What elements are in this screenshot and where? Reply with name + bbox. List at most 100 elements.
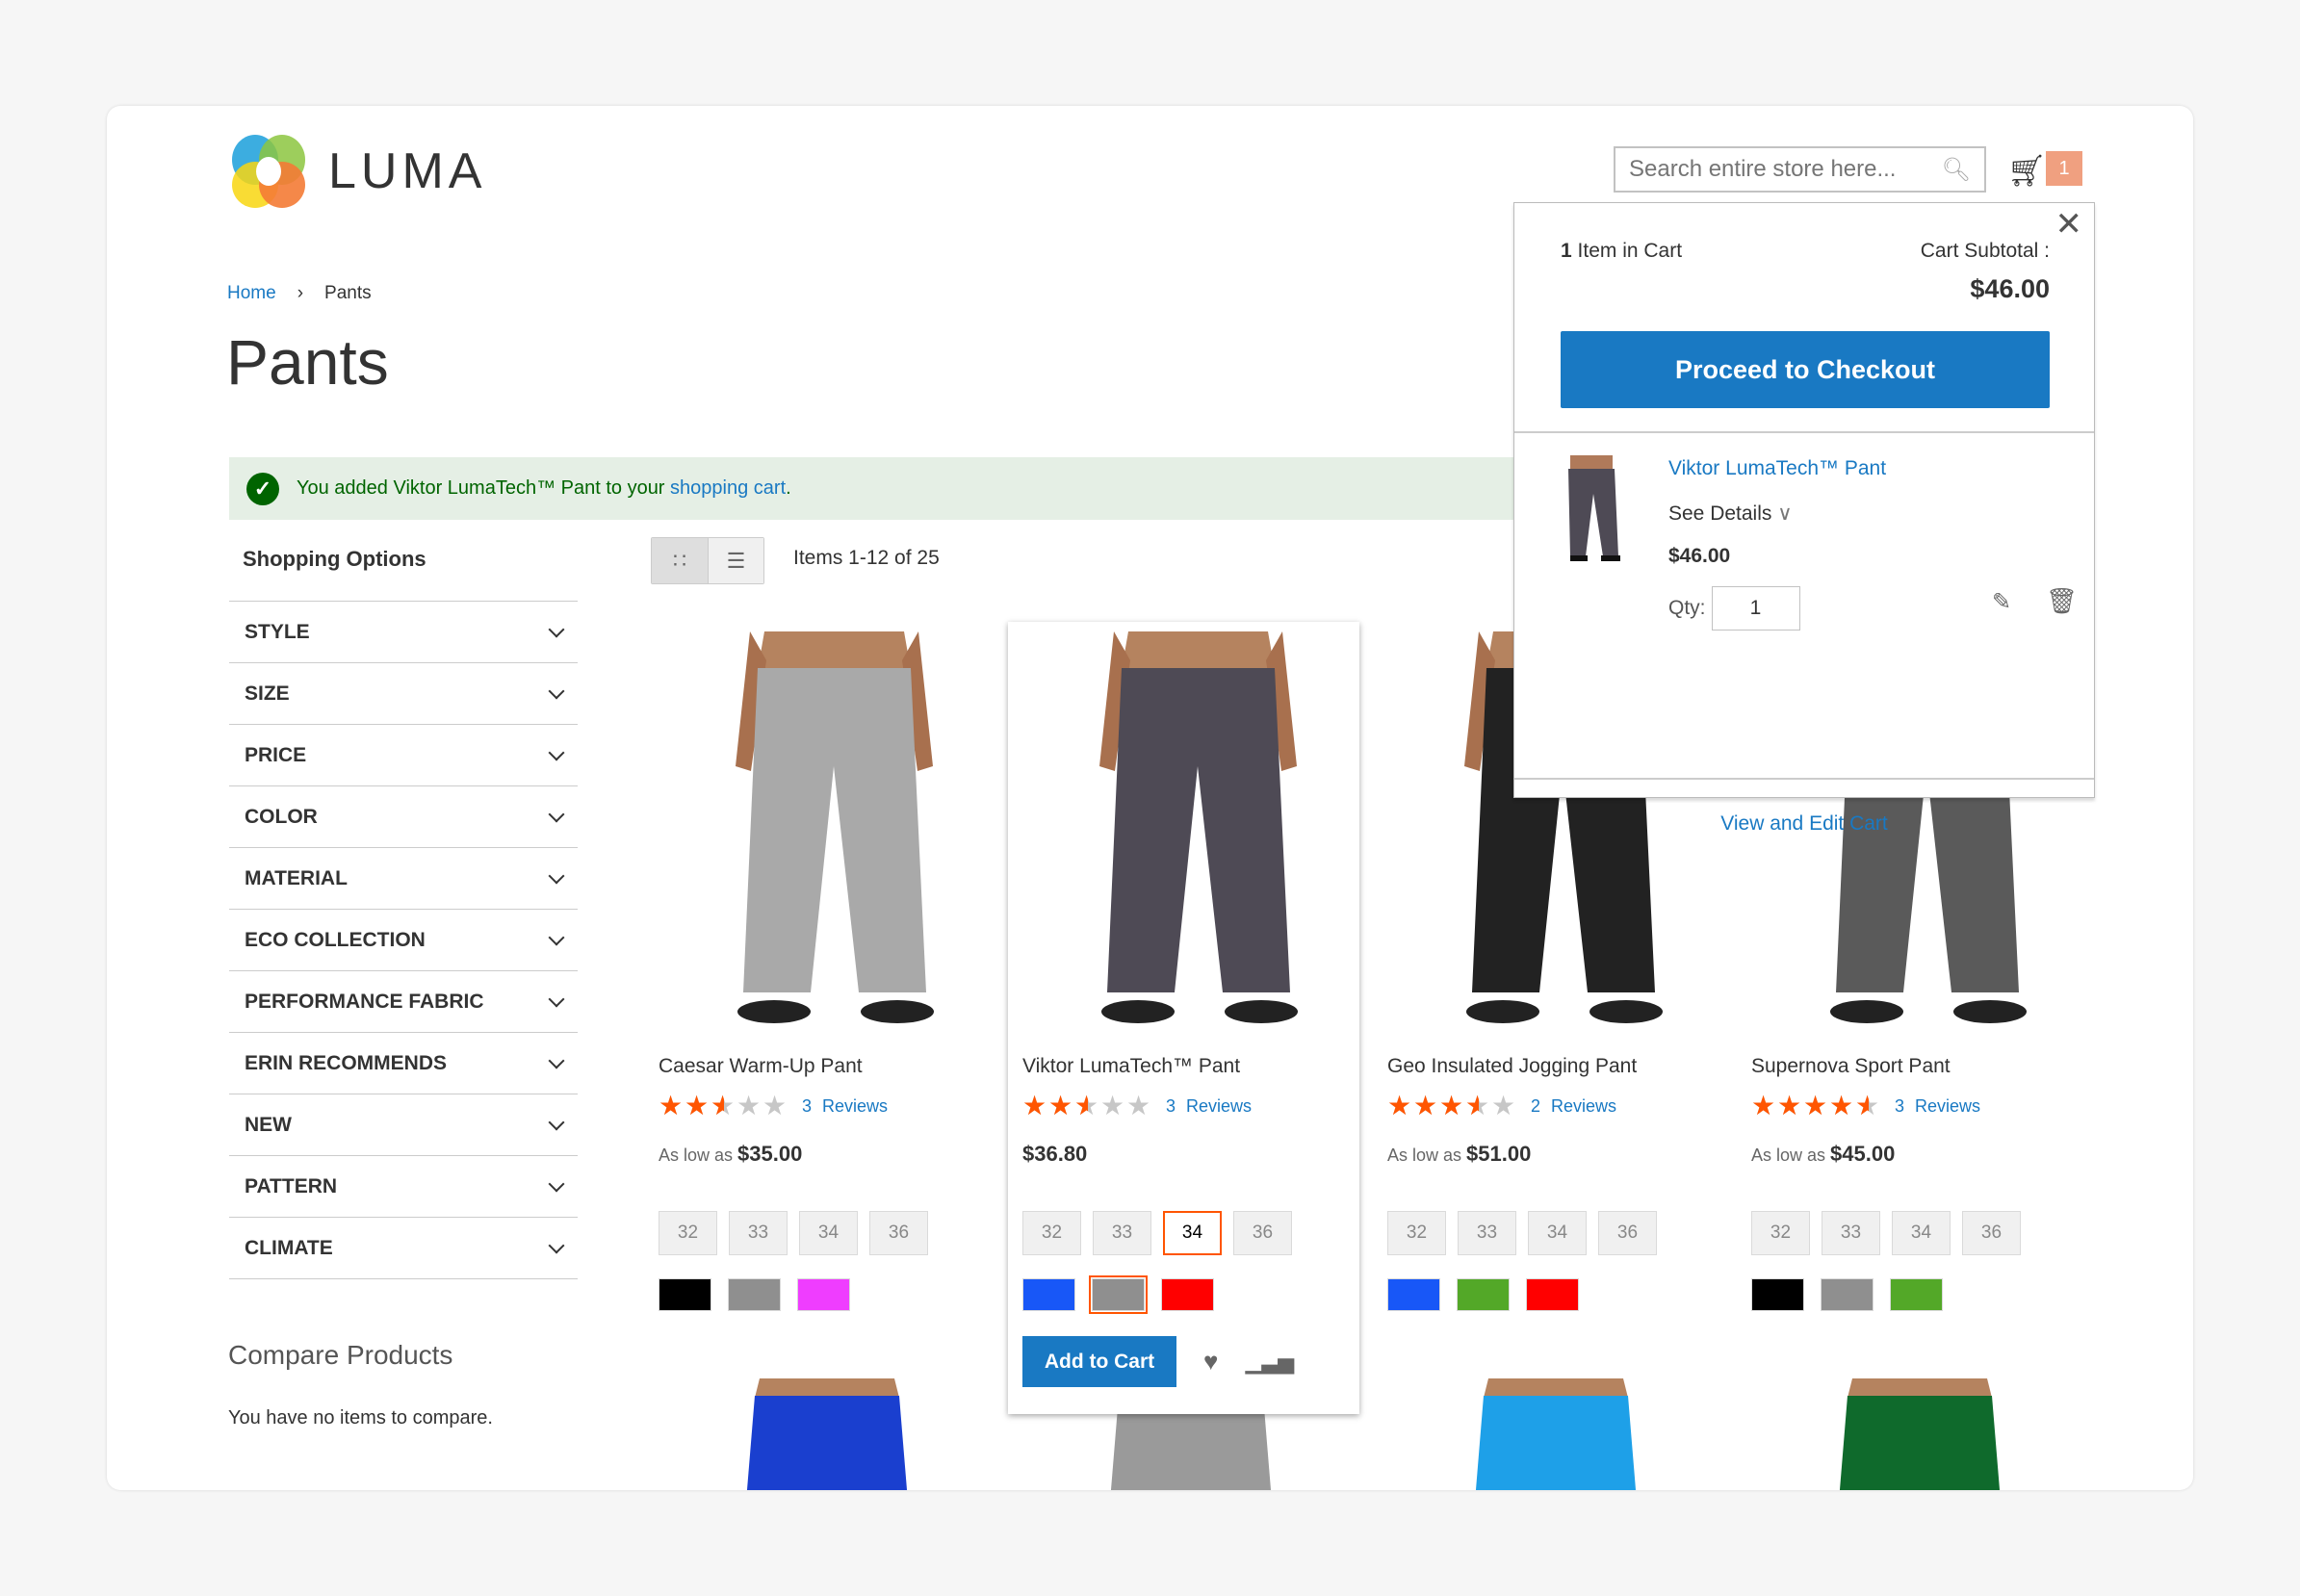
star-icon: ★★ [1100, 1091, 1125, 1120]
filter-eco-collection[interactable]: ECO COLLECTION [229, 910, 578, 971]
chevron-down-icon: ∨ [1777, 502, 1793, 525]
proceed-to-checkout-button[interactable]: Proceed to Checkout [1561, 331, 2050, 408]
filter-performance-fabric[interactable]: PERFORMANCE FABRIC [229, 971, 578, 1033]
color-swatch[interactable] [797, 1278, 850, 1311]
cart-item-thumbnail[interactable] [1555, 455, 1628, 566]
reviews-link[interactable]: 3 Reviews [1895, 1096, 1980, 1117]
color-swatch[interactable] [1751, 1278, 1804, 1311]
filter-price[interactable]: PRICE [229, 725, 578, 786]
chevron-down-icon [548, 806, 565, 822]
close-icon[interactable]: ✕ [2055, 205, 2083, 244]
size-swatch[interactable]: 36 [1598, 1211, 1657, 1255]
color-swatch[interactable] [1821, 1278, 1874, 1311]
color-swatch[interactable] [1089, 1275, 1148, 1314]
filter-material[interactable]: MATERIAL [229, 848, 578, 910]
divider [1514, 431, 2094, 433]
star-icon: ★★ [1855, 1091, 1880, 1120]
heart-icon[interactable]: ♥ [1203, 1347, 1218, 1377]
filter-style[interactable]: STYLE [229, 602, 578, 663]
color-swatch[interactable] [1022, 1278, 1075, 1311]
cart-icon[interactable]: 🛒︎ [2007, 152, 2047, 189]
product-image[interactable] [1823, 1378, 2016, 1490]
star-icon: ★★ [1829, 1091, 1854, 1120]
size-options: 32 33 34 36 [659, 1211, 1010, 1255]
breadcrumb-home[interactable]: Home [227, 283, 276, 304]
product-image[interactable] [659, 631, 1010, 1034]
star-icon: ★★ [1022, 1091, 1047, 1120]
see-details-toggle[interactable]: See Details ∨ [1668, 502, 1793, 526]
size-swatch[interactable]: 34 [799, 1211, 858, 1255]
size-swatch[interactable]: 34 [1528, 1211, 1587, 1255]
reviews-link[interactable]: 3 Reviews [1166, 1096, 1252, 1117]
filter-size[interactable]: SIZE [229, 663, 578, 725]
qty-input[interactable]: 1 [1711, 586, 1800, 631]
chevron-down-icon [548, 991, 565, 1007]
size-swatch[interactable]: 36 [1962, 1211, 2021, 1255]
star-icon: ★★ [1074, 1091, 1099, 1120]
size-swatch[interactable]: 34 [1892, 1211, 1951, 1255]
color-swatch[interactable] [1457, 1278, 1510, 1311]
size-swatch[interactable]: 32 [1751, 1211, 1810, 1255]
grid-icon[interactable]: ∷ [652, 538, 708, 583]
star-icon: ★★ [1126, 1091, 1151, 1120]
color-swatch[interactable] [1890, 1278, 1943, 1311]
search-icon[interactable]: 🔍︎ [1942, 156, 1971, 184]
list-icon[interactable]: ☰ [708, 538, 763, 583]
product-name[interactable]: Caesar Warm-Up Pant [659, 1055, 1010, 1078]
breadcrumb-separator-icon: › [297, 283, 304, 303]
size-swatch[interactable]: 33 [1822, 1211, 1880, 1255]
subtotal-value: $46.00 [1970, 274, 2050, 303]
filter-color[interactable]: COLOR [229, 786, 578, 848]
star-icon: ★★ [1387, 1091, 1412, 1120]
reviews-link[interactable]: 3 Reviews [802, 1096, 888, 1117]
color-swatch[interactable] [1161, 1278, 1214, 1311]
size-swatch[interactable]: 33 [1458, 1211, 1516, 1255]
product-image[interactable] [1022, 631, 1374, 1034]
size-swatch[interactable]: 36 [1233, 1211, 1292, 1255]
reviews-link[interactable]: 2 Reviews [1531, 1096, 1616, 1117]
product-name[interactable]: Viktor LumaTech™ Pant [1022, 1055, 1359, 1078]
cart-counter: 1 [2046, 151, 2082, 186]
minicart-count: 1 Item in Cart [1561, 240, 1682, 263]
price-value: $51.00 [1466, 1142, 1532, 1166]
size-swatch[interactable]: 33 [1093, 1211, 1151, 1255]
product-image[interactable] [731, 1378, 923, 1490]
search-input[interactable]: Search entire store here... 🔍︎ [1614, 146, 1986, 193]
size-options: 32 33 34 36 [1387, 1211, 1739, 1255]
page-title: Pants [226, 326, 389, 398]
size-swatch[interactable]: 32 [659, 1211, 717, 1255]
filter-climate[interactable]: CLIMATE [229, 1218, 578, 1279]
filter-pattern[interactable]: PATTERN [229, 1156, 578, 1218]
divider [1514, 778, 2094, 780]
size-swatch[interactable]: 34 [1163, 1211, 1222, 1255]
logo[interactable]: LUMA [230, 133, 486, 210]
filter-erin-recommends[interactable]: ERIN RECOMMENDS [229, 1033, 578, 1094]
filter-new[interactable]: NEW [229, 1094, 578, 1156]
color-swatch[interactable] [1387, 1278, 1440, 1311]
product-name[interactable]: Geo Insulated Jogging Pant [1387, 1055, 1739, 1078]
cart-item-name[interactable]: Viktor LumaTech™ Pant [1668, 457, 1886, 480]
view-edit-cart-link[interactable]: View and Edit Cart [1514, 812, 2094, 836]
pencil-icon[interactable]: ✎ [1992, 588, 2011, 616]
product-price: As low as $35.00 [659, 1142, 1010, 1171]
product-price: $36.80 [1022, 1142, 1359, 1171]
add-to-cart-button[interactable]: Add to Cart [1022, 1336, 1176, 1387]
trash-icon[interactable]: 🗑︎ [2046, 586, 2078, 616]
size-swatch[interactable]: 32 [1387, 1211, 1446, 1255]
size-swatch[interactable]: 32 [1022, 1211, 1081, 1255]
product-image[interactable] [1460, 1378, 1652, 1490]
product-name[interactable]: Supernova Sport Pant [1751, 1055, 2103, 1078]
product-card: Caesar Warm-Up Pant ★★★★★★★★★★ 3 Reviews… [659, 631, 1010, 1311]
shopping-cart-link[interactable]: shopping cart [670, 477, 786, 500]
filter-label: SIZE [245, 682, 290, 705]
color-swatch[interactable] [728, 1278, 781, 1311]
product-price: As low as $51.00 [1387, 1142, 1739, 1171]
size-swatch[interactable]: 33 [729, 1211, 788, 1255]
color-options [1022, 1275, 1359, 1314]
size-swatch[interactable]: 36 [869, 1211, 928, 1255]
compare-icon[interactable]: ▁▃▅ [1245, 1350, 1294, 1375]
star-icon: ★★ [1439, 1091, 1464, 1120]
color-swatch[interactable] [1526, 1278, 1579, 1311]
filter-label: PATTERN [245, 1174, 338, 1197]
color-swatch[interactable] [659, 1278, 711, 1311]
